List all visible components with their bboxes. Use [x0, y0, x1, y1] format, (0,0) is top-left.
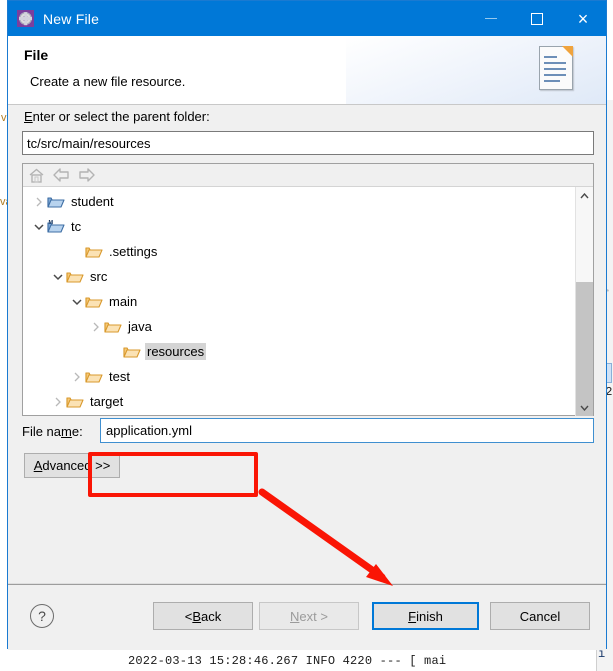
tree-node-label: src [90, 269, 108, 284]
folder-tree: student Mtc .settings src main java resources t… [22, 163, 594, 416]
close-button[interactable]: × [560, 1, 606, 36]
tree-node-src[interactable]: src [23, 264, 575, 289]
document-icon [539, 46, 573, 90]
parent-folder-label: Enter or select the parent folder: [24, 109, 210, 124]
forward-arrow-icon[interactable] [77, 166, 96, 184]
tree-node-label: .settings [109, 244, 158, 259]
maven-project-icon: M [47, 219, 65, 235]
file-name-label-mnemonic: m [61, 424, 72, 439]
tree-node-label: student [71, 194, 114, 209]
svg-text:M: M [49, 220, 54, 226]
tree-node-list: student Mtc .settings src main java resources t… [23, 189, 575, 414]
file-name-label-post: e: [71, 424, 83, 439]
tree-vertical-scrollbar[interactable] [575, 187, 593, 416]
parent-folder-label-mnemonic: E [24, 109, 33, 124]
folder-icon [85, 244, 103, 260]
tree-node-target[interactable]: target [23, 389, 575, 414]
chevron-right-icon[interactable] [50, 389, 66, 414]
chevron-right-icon[interactable] [31, 189, 47, 214]
file-name-input[interactable] [100, 418, 594, 443]
folder-icon [85, 369, 103, 385]
back-button-mnemonic: B [192, 608, 202, 624]
parent-folder-label-rest: nter or select the parent folder: [32, 109, 210, 124]
tree-scroll-thumb[interactable] [576, 282, 593, 416]
chevron-right-icon[interactable] [69, 364, 85, 389]
help-button[interactable]: ? [30, 604, 54, 628]
next-button: Next > [259, 602, 359, 630]
scroll-down-icon[interactable] [576, 399, 593, 416]
footer-divider [8, 584, 606, 585]
folder-icon [123, 344, 141, 360]
maximize-button[interactable] [514, 1, 560, 36]
title-bar: New File × [8, 1, 606, 36]
next-button-post: ext > [299, 608, 328, 624]
chevron-right-icon[interactable] [88, 314, 104, 339]
folder-icon [104, 319, 122, 335]
back-button-pre: < [184, 608, 193, 624]
minimize-button[interactable] [468, 1, 514, 36]
back-button-post: ack [201, 608, 222, 624]
back-button[interactable]: < Back [153, 602, 253, 630]
dialog-header: File Create a new file resource. [8, 36, 606, 105]
tree-toolbar [23, 164, 593, 187]
tree-node-main[interactable]: main [23, 289, 575, 314]
chevron-down-icon[interactable] [50, 264, 66, 289]
tree-node-label: java [128, 319, 152, 334]
scroll-up-icon[interactable] [576, 187, 593, 204]
back-arrow-icon[interactable] [52, 166, 71, 184]
window-controls: × [468, 1, 606, 36]
chevron-down-icon[interactable] [31, 214, 47, 239]
tree-node-label: tc [71, 219, 82, 234]
tree-node-resources[interactable]: resources [23, 339, 575, 364]
screen: v va 12 i i i 2022-03-13 15:28:46.267 IN… [0, 0, 613, 671]
tree-node-label: resources [145, 343, 207, 360]
home-icon[interactable] [27, 166, 46, 184]
gear-icon [17, 10, 34, 27]
tree-node-label: test [109, 369, 130, 384]
new-file-dialog: New File × File Create a new file resour… [7, 0, 607, 650]
tree-node-test[interactable]: test [23, 364, 575, 389]
window-title: New File [43, 10, 100, 27]
folder-icon [66, 269, 84, 285]
file-name-label: File name: [22, 424, 83, 439]
tree-scroll-area: student Mtc .settings src main java resources t… [23, 187, 593, 416]
finish-button-mnemonic: F [408, 608, 417, 624]
page-subtitle: Create a new file resource. [30, 74, 186, 89]
next-button-mnemonic: N [290, 608, 300, 624]
tree-node-student[interactable]: student [23, 189, 575, 214]
finish-button-post: inish [416, 608, 443, 624]
tree-node-dot-settings[interactable]: .settings [23, 239, 575, 264]
tree-node-label: main [109, 294, 138, 309]
cancel-button[interactable]: Cancel [490, 602, 590, 630]
project-folder-icon [47, 194, 65, 210]
chevron-down-icon[interactable] [69, 289, 85, 314]
parent-folder-input[interactable] [22, 131, 594, 155]
dialog-footer: ? < Back Next > Finish Cancel [8, 583, 606, 650]
tree-node-label: target [90, 394, 124, 409]
advanced-button-label: dvanced >> [42, 458, 111, 473]
dialog-content: Enter or select the parent folder: tc/sr… [8, 105, 606, 583]
finish-button[interactable]: Finish [372, 602, 479, 630]
tree-twisty-placeholder [107, 339, 123, 364]
help-icon: ? [38, 608, 46, 624]
folder-icon [66, 394, 84, 410]
close-icon: × [577, 8, 589, 29]
advanced-button[interactable]: Advanced >> [24, 453, 120, 478]
background-console-line: 2022-03-13 15:28:46.267 INFO 4220 --- [ … [128, 654, 447, 668]
tree-twisty-placeholder [69, 239, 85, 264]
folder-icon [85, 294, 103, 310]
page-title: File [24, 47, 49, 63]
file-name-label-pre: File na [22, 424, 62, 439]
tree-node-tc[interactable]: Mtc [23, 214, 575, 239]
background-editor-text-1: v [1, 112, 7, 124]
tree-node-java[interactable]: java [23, 314, 575, 339]
